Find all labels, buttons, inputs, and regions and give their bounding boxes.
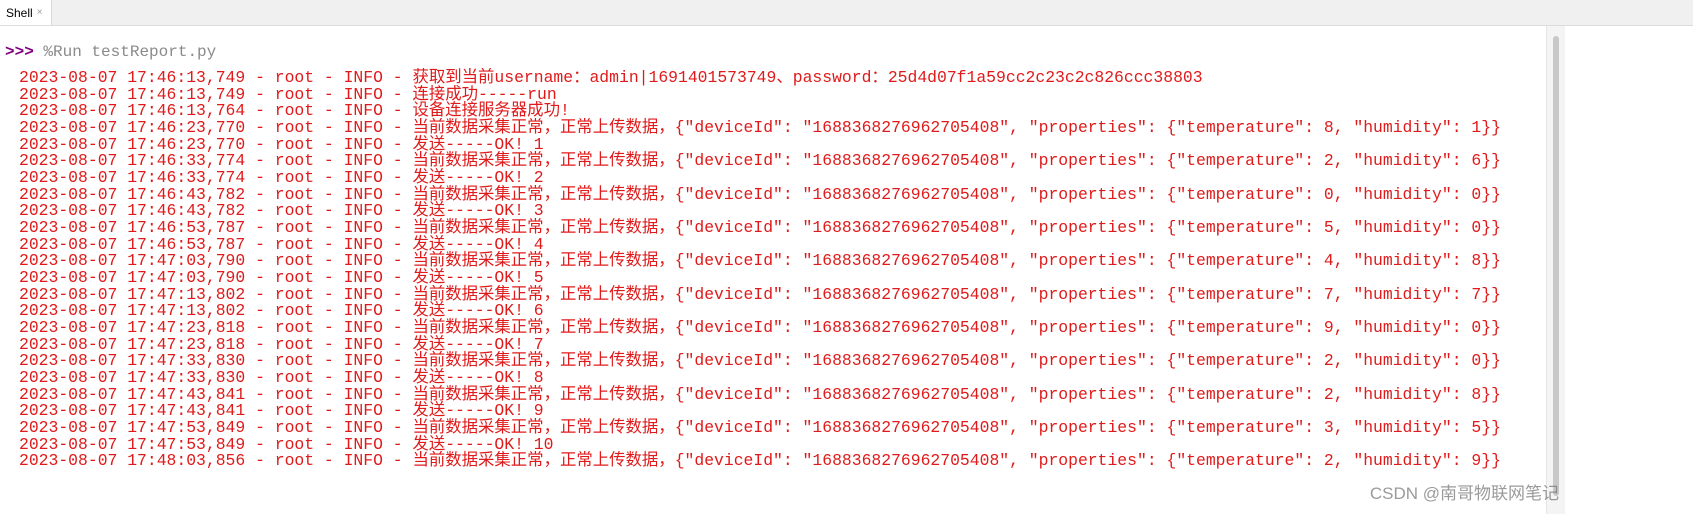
tab-bar: Shell ×	[0, 0, 1693, 26]
prompt-line: >>> %Run testReport.py	[5, 43, 216, 61]
tab-shell[interactable]: Shell ×	[0, 0, 52, 25]
prompt-chevron-icon: >>>	[5, 43, 34, 61]
scrollbar-thumb[interactable]	[1553, 36, 1559, 496]
right-margin	[1565, 26, 1693, 514]
console-output: 2023-08-07 17:46:13,749 - root - INFO - …	[19, 69, 1501, 471]
watermark: CSDN @南哥物联网笔记	[1369, 484, 1559, 503]
log-line: 2023-08-07 17:48:03,856 - root - INFO - …	[19, 451, 1501, 471]
tab-label: Shell	[6, 5, 33, 20]
shell-console[interactable]: >>> %Run testReport.py 2023-08-07 17:46:…	[0, 26, 1565, 514]
close-icon[interactable]: ×	[37, 7, 43, 18]
run-command: %Run testReport.py	[43, 43, 217, 61]
vertical-scrollbar[interactable]	[1546, 26, 1566, 514]
